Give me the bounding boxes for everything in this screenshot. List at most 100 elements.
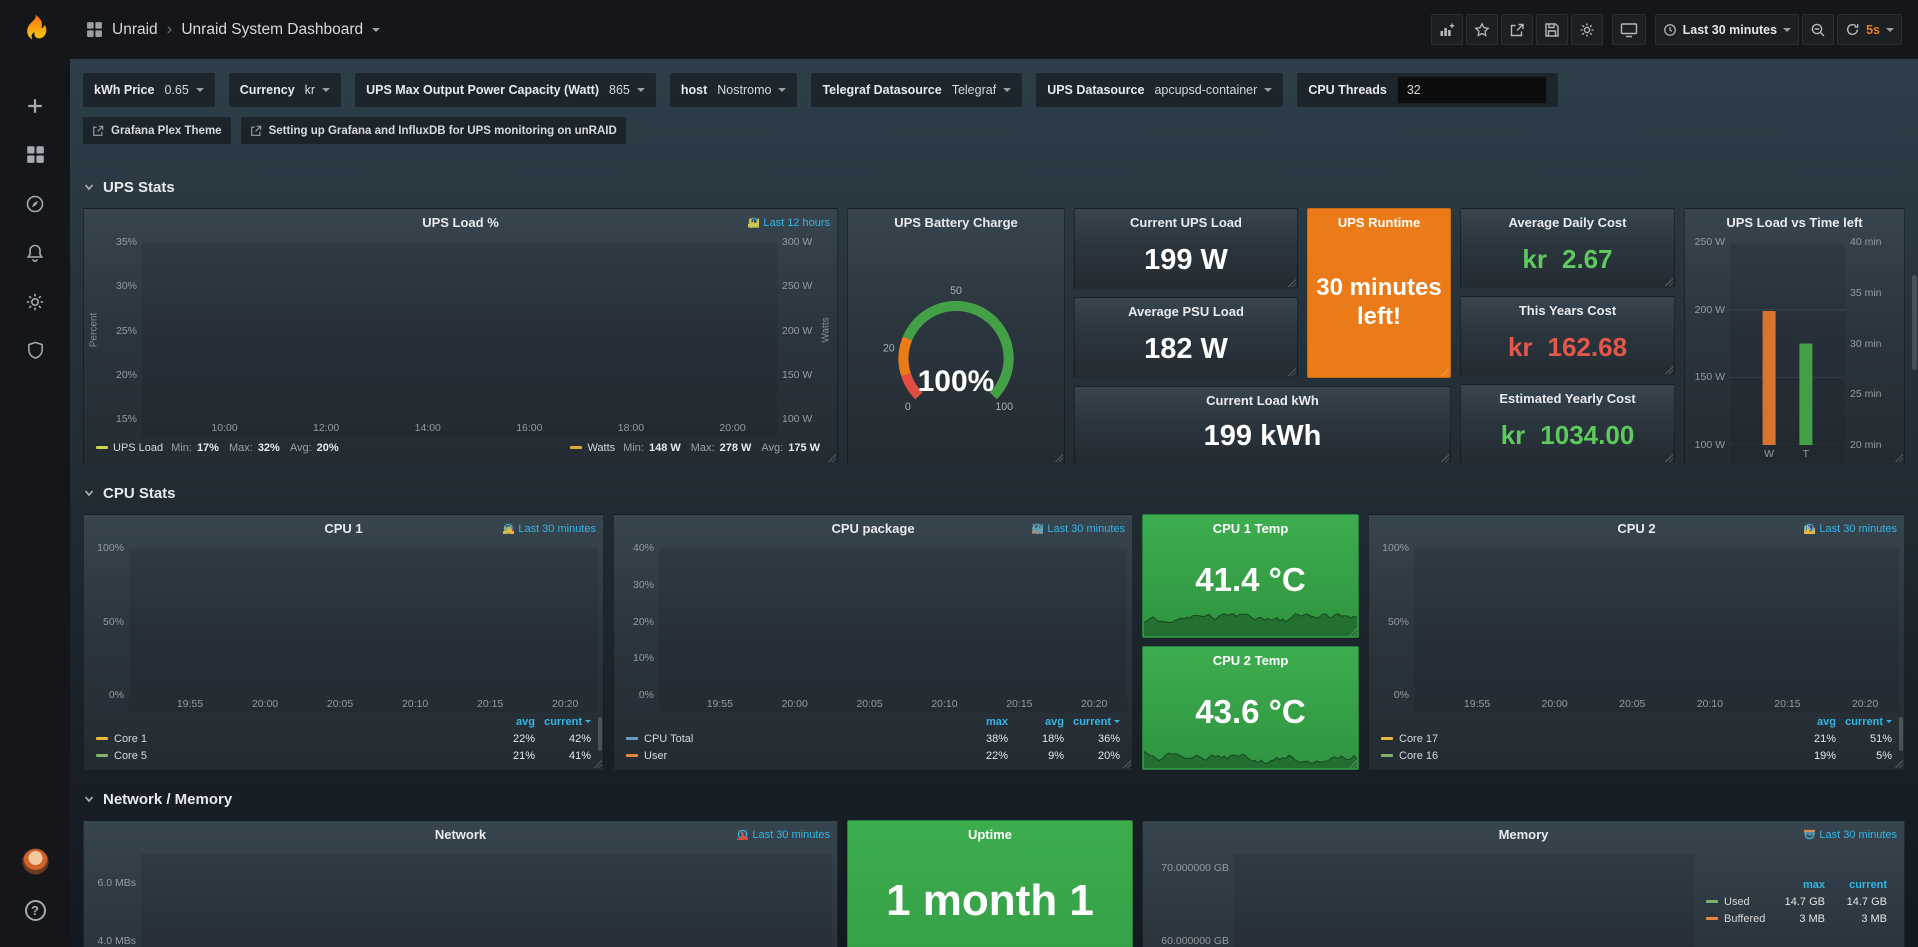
- save-icon: [1544, 22, 1560, 38]
- save-button[interactable]: [1536, 14, 1568, 45]
- sidebar-item-alerting[interactable]: [0, 228, 70, 277]
- chevron-down-icon: [196, 88, 204, 96]
- variable-value-dropdown[interactable]: 865: [609, 83, 645, 97]
- panel-time-override[interactable]: Last 30 minutes: [1804, 515, 1897, 542]
- legend-sort-current[interactable]: current: [1836, 716, 1892, 728]
- legend-sort-max[interactable]: max: [952, 716, 1008, 728]
- legend-item-core-17[interactable]: Core 1721%51%: [1381, 730, 1892, 747]
- legend-item-user[interactable]: User22%9%20%: [626, 747, 1120, 764]
- panel-time-override[interactable]: Last 30 minutes: [503, 515, 596, 542]
- plot-area[interactable]: WT: [1730, 242, 1845, 463]
- legend-item-buffered[interactable]: Buffered3 MB3 MB: [1706, 910, 1887, 927]
- panel-title[interactable]: CPU 1 Temp: [1143, 515, 1358, 542]
- panel-title[interactable]: UPS Load %: [84, 209, 837, 236]
- sidebar-item-profile[interactable]: [0, 837, 70, 886]
- legend-sort-avg[interactable]: avg: [1780, 716, 1836, 728]
- panel-title[interactable]: Average Daily Cost: [1461, 209, 1674, 236]
- panel-title[interactable]: Estimated Yearly Cost: [1461, 385, 1674, 412]
- sidebar-item-create[interactable]: [0, 81, 70, 130]
- legend-sort-avg[interactable]: avg: [1008, 716, 1064, 728]
- section-header-network-memory[interactable]: Network / Memory: [83, 786, 1905, 812]
- legend-sort-current[interactable]: current: [535, 716, 591, 728]
- plot-area[interactable]: 19:5520:0020:0520:1020:1520:20: [1414, 548, 1899, 713]
- y-tick: 4.0 MBs: [97, 935, 136, 947]
- legend-sort-current[interactable]: current: [1825, 879, 1887, 891]
- dashboard-link-grafana-plex-theme[interactable]: Grafana Plex Theme: [83, 117, 231, 144]
- section-title: CPU Stats: [103, 485, 176, 502]
- panel-title[interactable]: CPU 2 Temp: [1143, 647, 1358, 674]
- section-header-ups-stats[interactable]: UPS Stats: [83, 174, 1905, 200]
- panel-time-override[interactable]: Last 12 hours: [748, 209, 830, 236]
- panel-title[interactable]: Uptime: [848, 821, 1132, 848]
- plot-area[interactable]: 19:5520:0020:0520:1020:1520:20: [659, 548, 1127, 713]
- panel-title[interactable]: Current Load kWh: [1075, 387, 1450, 414]
- variable-value-dropdown[interactable]: kr: [305, 83, 330, 97]
- legend-item-used[interactable]: Used14.7 GB14.7 GB: [1706, 893, 1887, 910]
- tv-mode-button[interactable]: [1612, 14, 1646, 45]
- legend-scrollbar-thumb[interactable]: [1899, 717, 1903, 751]
- plot-area[interactable]: [141, 854, 832, 947]
- panel-title[interactable]: UPS Battery Charge: [848, 209, 1064, 236]
- panel-title[interactable]: Current UPS Load: [1075, 209, 1297, 236]
- panel-time-override[interactable]: Last 30 minutes: [1032, 515, 1125, 542]
- variable-value-dropdown[interactable]: Telegraf: [952, 83, 1011, 97]
- link-label: Setting up Grafana and InfluxDB for UPS …: [269, 125, 617, 137]
- variable-value-dropdown[interactable]: 0.65: [164, 83, 203, 97]
- dashboard-settings-button[interactable]: [1571, 14, 1603, 45]
- chevron-down-icon: [778, 88, 786, 96]
- panel-title[interactable]: This Years Cost: [1461, 297, 1674, 324]
- panel-time-override[interactable]: Last 30 minutes: [1804, 821, 1897, 848]
- panel-title[interactable]: UPS Runtime: [1308, 209, 1450, 236]
- add-panel-button[interactable]: [1431, 14, 1463, 45]
- gauge-value: 100%: [848, 365, 1064, 399]
- legend-item-cpu-total[interactable]: CPU Total38%18%36%: [626, 730, 1120, 747]
- panel-time-override[interactable]: Last 30 minutes: [737, 821, 830, 848]
- panel-title[interactable]: Network: [84, 821, 837, 848]
- panel-title[interactable]: UPS Load vs Time left: [1685, 209, 1904, 236]
- legend-item-core-16[interactable]: Core 1619%5%: [1381, 747, 1892, 764]
- legend-item-core-1[interactable]: Core 122%42%: [96, 730, 591, 747]
- x-axis: WT: [1730, 445, 1845, 463]
- sidebar-item-help[interactable]: ?: [0, 886, 70, 935]
- y-tick: 20%: [633, 616, 654, 628]
- panel-title[interactable]: Memory: [1143, 821, 1904, 848]
- chevron-down-icon: [1783, 28, 1791, 36]
- plot-area[interactable]: 19:5520:0020:0520:1020:1520:20: [129, 548, 598, 713]
- plot-area[interactable]: [1234, 854, 1694, 947]
- time-range-picker[interactable]: Last 30 minutes: [1655, 14, 1799, 45]
- variable-input-cpu-threads[interactable]: [1397, 76, 1547, 104]
- legend-item-watts[interactable]: WattsMin:148 WMax:278 WAvg:175 W: [570, 442, 825, 454]
- page-scrollbar-thumb[interactable]: [1912, 275, 1917, 370]
- legend-sort-avg[interactable]: avg: [479, 716, 535, 728]
- variable-value-dropdown[interactable]: apcupsd-container: [1154, 83, 1272, 97]
- sidebar-item-configuration[interactable]: [0, 277, 70, 326]
- refresh-button[interactable]: 5s: [1837, 14, 1902, 45]
- legend-scrollbar-thumb[interactable]: [598, 717, 602, 751]
- panel-cpu-1: CPU 1 Last 30 minutes 100%50%0% 19:5520:…: [83, 514, 604, 770]
- legend-item-ups-load[interactable]: UPS LoadMin:17%Max:32%Avg:20%: [96, 442, 344, 454]
- dashboard-link-setting-up-grafana-and-influxd[interactable]: Setting up Grafana and InfluxDB for UPS …: [241, 117, 626, 144]
- sidebar-item-server-admin[interactable]: [0, 326, 70, 375]
- zoom-out-button[interactable]: [1802, 14, 1834, 45]
- chevron-down-icon[interactable]: [372, 28, 380, 36]
- grafana-logo[interactable]: [12, 7, 58, 53]
- series-name: Used: [1724, 896, 1750, 908]
- breadcrumb-app[interactable]: Unraid: [112, 21, 158, 39]
- series-name: Core 5: [114, 750, 147, 762]
- y-tick: 30 min: [1850, 338, 1882, 350]
- share-button[interactable]: [1501, 14, 1533, 45]
- panel-title[interactable]: Average PSU Load: [1075, 298, 1297, 325]
- sidebar-item-explore[interactable]: [0, 179, 70, 228]
- section-header-cpu-stats[interactable]: CPU Stats: [83, 480, 1905, 506]
- star-button[interactable]: [1466, 14, 1498, 45]
- y-tick: 150 W: [1695, 371, 1725, 383]
- variable-value-dropdown[interactable]: Nostromo: [717, 83, 786, 97]
- chevron-down-icon: [1264, 88, 1272, 96]
- plot-area[interactable]: 10:0012:0014:0016:0018:0020:00: [142, 242, 777, 437]
- y-tick: 30%: [116, 280, 137, 292]
- breadcrumb-page[interactable]: Unraid System Dashboard: [181, 21, 363, 39]
- legend-sort-max[interactable]: max: [1763, 879, 1825, 891]
- sidebar-item-dashboards[interactable]: [0, 130, 70, 179]
- legend-sort-current[interactable]: current: [1064, 716, 1120, 728]
- legend-item-core-5[interactable]: Core 521%41%: [96, 747, 591, 764]
